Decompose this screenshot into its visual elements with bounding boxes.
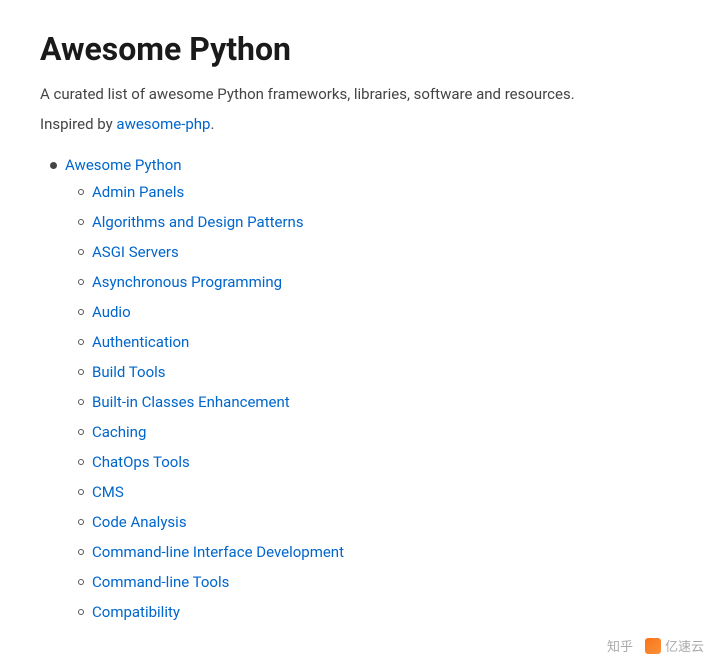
sub-item-link[interactable]: Admin Panels xyxy=(92,181,184,204)
awesome-php-link[interactable]: awesome-php xyxy=(116,115,210,133)
hollow-bullet-icon xyxy=(78,219,84,225)
list-item: Command-line Tools xyxy=(78,568,680,596)
page-description: A curated list of awesome Python framewo… xyxy=(40,82,680,106)
sub-item-link[interactable]: Audio xyxy=(92,301,131,324)
hollow-bullet-icon xyxy=(78,369,84,375)
hollow-bullet-icon xyxy=(78,339,84,345)
yisuyun-watermark: 亿速云 xyxy=(645,636,704,655)
filled-bullet-icon xyxy=(50,162,57,169)
sub-item-link[interactable]: Command-line Interface Development xyxy=(92,541,344,564)
list-item: Code Analysis xyxy=(78,508,680,536)
list-item: Caching xyxy=(78,418,680,446)
hollow-bullet-icon xyxy=(78,489,84,495)
sub-item-link[interactable]: CMS xyxy=(92,481,124,504)
yisuyun-label: 亿速云 xyxy=(665,636,704,655)
hollow-bullet-icon xyxy=(78,549,84,555)
hollow-bullet-icon xyxy=(78,429,84,435)
list-item: ASGI Servers xyxy=(78,238,680,266)
list-item: Authentication xyxy=(78,328,680,356)
hollow-bullet-icon xyxy=(78,189,84,195)
hollow-bullet-icon xyxy=(78,579,84,585)
list-item: Asynchronous Programming xyxy=(78,268,680,296)
inspired-period: . xyxy=(210,115,214,133)
hollow-bullet-icon xyxy=(78,279,84,285)
sub-item-link[interactable]: Algorithms and Design Patterns xyxy=(92,211,304,234)
watermark-area: 知乎 亿速云 xyxy=(607,636,704,655)
top-level-item: Awesome Python Admin Panels Algorithms an… xyxy=(50,156,680,626)
sub-level-list: Admin Panels Algorithms and Design Patter… xyxy=(50,178,680,626)
sub-item-link[interactable]: Asynchronous Programming xyxy=(92,271,282,294)
hollow-bullet-icon xyxy=(78,459,84,465)
hollow-bullet-icon xyxy=(78,399,84,405)
hollow-bullet-icon xyxy=(78,309,84,315)
inspired-line: Inspired by awesome-php. xyxy=(40,112,680,136)
hollow-bullet-icon xyxy=(78,609,84,615)
list-item: Built-in Classes Enhancement xyxy=(78,388,680,416)
sub-item-link[interactable]: Built-in Classes Enhancement xyxy=(92,391,290,414)
list-item: Command-line Interface Development xyxy=(78,538,680,566)
sub-item-link[interactable]: Authentication xyxy=(92,331,189,354)
hollow-bullet-icon xyxy=(78,519,84,525)
inspired-text: Inspired by xyxy=(40,115,116,133)
top-level-list: Awesome Python Admin Panels Algorithms an… xyxy=(40,156,680,626)
page-title: Awesome Python xyxy=(40,30,680,68)
sub-item-link[interactable]: ASGI Servers xyxy=(92,241,179,264)
top-level-item-label: Awesome Python xyxy=(65,156,182,174)
list-item: Algorithms and Design Patterns xyxy=(78,208,680,236)
sub-item-link[interactable]: Compatibility xyxy=(92,601,180,624)
awesome-python-link[interactable]: Awesome Python xyxy=(50,156,680,174)
sub-item-link[interactable]: ChatOps Tools xyxy=(92,451,190,474)
list-item: Compatibility xyxy=(78,598,680,626)
list-item: Build Tools xyxy=(78,358,680,386)
hollow-bullet-icon xyxy=(78,249,84,255)
list-item: Audio xyxy=(78,298,680,326)
list-item: ChatOps Tools xyxy=(78,448,680,476)
zhihu-watermark: 知乎 xyxy=(607,636,633,655)
sub-item-link[interactable]: Command-line Tools xyxy=(92,571,229,594)
sub-item-link[interactable]: Code Analysis xyxy=(92,511,187,534)
list-item: Admin Panels xyxy=(78,178,680,206)
list-item: CMS xyxy=(78,478,680,506)
yisuyun-icon xyxy=(645,638,661,654)
sub-item-link[interactable]: Build Tools xyxy=(92,361,166,384)
sub-item-link[interactable]: Caching xyxy=(92,421,146,444)
